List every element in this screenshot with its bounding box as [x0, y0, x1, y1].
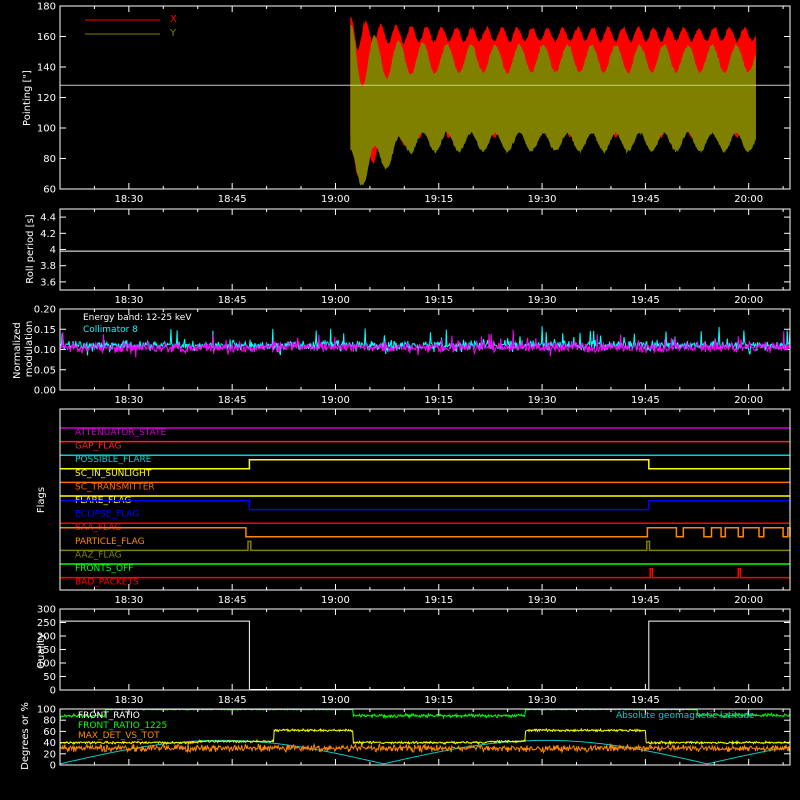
ratios-legend-front-ratio-1225: FRONT_RATIO_1225	[78, 721, 167, 731]
pointing-xtick-label: 19:00	[321, 194, 350, 205]
flag-label-gap-flag: GAP_FLAG	[75, 442, 121, 452]
flag-label-possible-flare: POSSIBLE_FLARE	[75, 455, 152, 465]
roll-ytick-label: 3.6	[40, 277, 56, 288]
quality-xtick-label: 19:45	[631, 695, 660, 706]
modulation-xtick-label: 19:45	[631, 395, 660, 406]
pointing-xtick-label: 19:15	[424, 194, 453, 205]
quality-xtick-label: 19:15	[424, 695, 453, 706]
quality-ytick-label: 200	[37, 632, 56, 643]
flag-label-bad-packets: BAD_PACKETS	[75, 578, 139, 588]
quality-ytick-label: 250	[37, 618, 56, 629]
modulation-xtick-label: 19:00	[321, 395, 350, 406]
pointing-ytick-label: 100	[37, 124, 56, 135]
flags-xtick-label: 20:00	[734, 595, 763, 606]
modulation-ylabel: Normalized modulation	[12, 319, 35, 379]
flags-xtick-label: 18:45	[218, 595, 247, 606]
modulation-xtick-label: 20:00	[734, 395, 763, 406]
roll-xtick-label: 18:30	[114, 295, 143, 306]
modulation-xtick-label: 19:30	[528, 395, 557, 406]
ratios-legend-max-det: MAX_DET_VS_TOT	[78, 731, 160, 741]
flag-label-particle-flag: PARTICLE_FLAG	[75, 537, 145, 547]
quality-ytick-label: 50	[43, 672, 56, 683]
flags-xtick-label: 19:45	[631, 595, 660, 606]
quality-ytick-label: 150	[37, 645, 56, 656]
quality-xtick-label: 19:00	[321, 695, 350, 706]
flags-xtick-label: 19:15	[424, 595, 453, 606]
modulation-ytick-label: 0.20	[34, 305, 56, 316]
modulation-ylabel-line-1: Normalized	[12, 322, 23, 379]
pointing-ylabel: Pointing ["]	[22, 70, 33, 126]
flag-label-attenuator-state: ATTENUATOR_STATE	[75, 428, 167, 438]
pointing-ytick-label: 180	[37, 2, 56, 13]
roll-xtick-label: 20:00	[734, 295, 763, 306]
ratios-ytick-label: 80	[43, 716, 56, 727]
pointing-xtick-label: 18:45	[218, 194, 247, 205]
ratios-ylabel: Degrees or %	[20, 702, 31, 770]
flag-label-fronts-off: FRONTS_OFF	[75, 564, 133, 574]
roll-ytick-label: 4.2	[40, 229, 56, 240]
roll-ylabel: Roll period [s]	[25, 214, 36, 283]
collimator-legend: Collimator 8	[83, 325, 138, 335]
modulation-ytick-label: 0.10	[34, 345, 56, 356]
flags-xtick-label: 19:00	[321, 595, 350, 606]
roll-xtick-label: 19:15	[424, 295, 453, 306]
quality-xtick-label: 18:45	[218, 695, 247, 706]
roll-xtick-label: 19:30	[528, 295, 557, 306]
pointing-xtick-label: 20:00	[734, 194, 763, 205]
flags-xtick-label: 18:30	[114, 595, 143, 606]
roll-xtick-label: 19:00	[321, 295, 350, 306]
flag-label-eclipse-flag: ECLIPSE_FLAG	[75, 510, 139, 520]
flags-xtick-label: 19:30	[528, 595, 557, 606]
ratios-ytick-label: 40	[43, 738, 56, 749]
flag-label-sc-in-sunlight: SC_IN_SUNLIGHT	[75, 469, 152, 479]
quality-ytick-label: 100	[37, 659, 56, 670]
ratios-legend-geomag: Absolute geomagnetic latitude	[616, 711, 755, 721]
quality-xtick-label: 18:30	[114, 695, 143, 706]
modulation-ytick-label: 0.15	[34, 325, 56, 336]
modulation-xtick-label: 19:15	[424, 395, 453, 406]
flags-ylabel: Flags	[36, 487, 47, 513]
roll-xtick-label: 19:45	[631, 295, 660, 306]
ratios-legend-front-ratio: FRONT_RATIO	[78, 711, 140, 721]
ratios-ytick-label: 60	[43, 727, 56, 738]
energy-band-annotation: Energy band: 12-25 keV	[83, 313, 192, 323]
roll-ytick-label: 4	[50, 245, 56, 256]
pointing-ytick-label: 60	[43, 185, 56, 196]
roll-ytick-label: 3.8	[40, 261, 56, 272]
legend-label-y: Y	[169, 28, 177, 39]
legend-label-x: X	[170, 14, 177, 25]
quality-ytick-label: 300	[37, 605, 56, 616]
quality-ytick-label: 0	[50, 686, 56, 697]
pointing-ytick-label: 120	[37, 93, 56, 104]
modulation-xtick-label: 18:30	[114, 395, 143, 406]
ratios-ytick-label: 100	[37, 705, 56, 716]
pointing-xtick-label: 19:30	[528, 194, 557, 205]
pointing-ytick-label: 80	[43, 154, 56, 165]
ratios-ytick-label: 20	[43, 749, 56, 760]
pointing-xtick-label: 19:45	[631, 194, 660, 205]
modulation-ytick-label: 0.00	[34, 386, 56, 397]
flag-label-aaz-flag: AAZ_FLAG	[75, 550, 122, 560]
flag-label-sc-transmitter: SC_TRANSMITTER	[75, 482, 155, 492]
quality-xtick-label: 19:30	[528, 695, 557, 706]
pointing-ytick-label: 140	[37, 63, 56, 74]
pointing-ytick-label: 160	[37, 32, 56, 43]
roll-xtick-label: 18:45	[218, 295, 247, 306]
summary-figure: Pointing ["] 608010012014016018018:30 18:…	[0, 0, 800, 800]
modulation-ytick-label: 0.05	[34, 365, 56, 376]
roll-ytick-label: 4.4	[40, 213, 56, 224]
quality-xtick-label: 20:00	[734, 695, 763, 706]
pointing-xtick-label: 18:30	[114, 194, 143, 205]
ratios-ytick-label: 0	[50, 761, 56, 772]
modulation-xtick-label: 18:45	[218, 395, 247, 406]
